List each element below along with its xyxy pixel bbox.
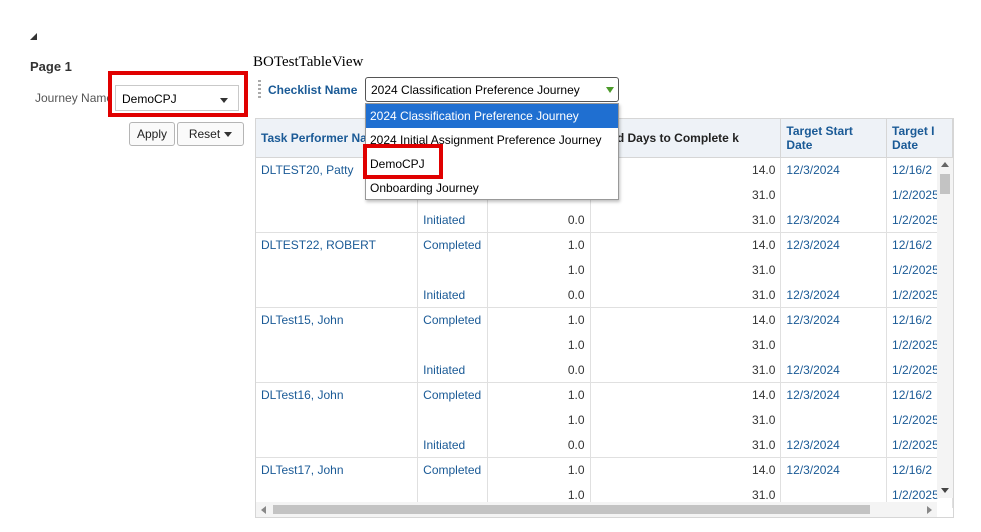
page-title: Page 1: [30, 59, 72, 74]
arrow-left-icon[interactable]: [261, 506, 266, 514]
start-date-cell[interactable]: 12/3/2024: [780, 157, 888, 183]
planned-days-cell: 14.0: [590, 382, 782, 408]
journey-name-value: DemoCPJ: [122, 92, 177, 106]
performer-cell[interactable]: DLTest15, John: [256, 307, 419, 383]
status-cell[interactable]: Completed: [417, 457, 489, 483]
start-date-cell[interactable]: [780, 407, 888, 433]
value-cell: 1.0: [487, 232, 591, 258]
planned-days-cell: 31.0: [590, 332, 782, 358]
performer-cell[interactable]: DLTest16, John: [256, 382, 419, 458]
dropdown-option[interactable]: Onboarding Journey: [366, 176, 618, 200]
checklist-name-label: Checklist Name: [268, 83, 358, 97]
start-date-cell[interactable]: 12/3/2024: [780, 457, 888, 483]
planned-days-cell: 31.0: [590, 407, 782, 433]
start-date-cell[interactable]: 12/3/2024: [780, 382, 888, 408]
vertical-scroll-thumb[interactable]: [940, 174, 950, 194]
apply-button[interactable]: Apply: [129, 122, 175, 146]
status-cell[interactable]: Completed: [417, 232, 489, 258]
value-cell: 1.0: [487, 407, 591, 433]
value-cell: 1.0: [487, 307, 591, 333]
planned-days-cell: 14.0: [590, 232, 782, 258]
value-cell: 0.0: [487, 207, 591, 233]
performer-cell[interactable]: DLTest17, John: [256, 457, 419, 508]
performer-cell[interactable]: DLTEST22, ROBERT: [256, 232, 419, 308]
status-cell[interactable]: [417, 332, 489, 358]
start-date-cell[interactable]: 12/3/2024: [780, 282, 888, 308]
journey-name-select[interactable]: DemoCPJ: [115, 85, 239, 111]
status-cell[interactable]: Initiated: [417, 357, 489, 383]
start-date-cell[interactable]: 12/3/2024: [780, 207, 888, 233]
status-cell[interactable]: Initiated: [417, 207, 489, 233]
vertical-scrollbar[interactable]: [937, 158, 953, 498]
drag-handle-icon[interactable]: [258, 80, 261, 100]
header-target-start-date[interactable]: Target Start Date: [780, 119, 888, 158]
start-date-cell[interactable]: [780, 182, 888, 208]
header-target-end-date[interactable]: Target I Date: [886, 119, 953, 158]
planned-days-cell: 31.0: [590, 282, 782, 308]
value-cell: 1.0: [487, 332, 591, 358]
horizontal-scrollbar[interactable]: [256, 502, 937, 517]
horizontal-scroll-thumb[interactable]: [273, 505, 870, 514]
status-cell[interactable]: Initiated: [417, 432, 489, 458]
arrow-right-icon[interactable]: [927, 506, 932, 514]
checklist-dropdown-list: 2024 Classification Preference Journey 2…: [365, 103, 619, 200]
status-cell[interactable]: Initiated: [417, 282, 489, 308]
status-cell[interactable]: Completed: [417, 382, 489, 408]
planned-days-cell: 14.0: [590, 307, 782, 333]
dropdown-option[interactable]: DemoCPJ: [366, 152, 618, 176]
arrow-down-icon[interactable]: [941, 488, 949, 493]
start-date-cell[interactable]: [780, 257, 888, 283]
reset-button[interactable]: Reset: [177, 122, 244, 146]
view-title: BOTestTableView: [253, 54, 364, 70]
value-cell: 1.0: [487, 257, 591, 283]
chevron-down-icon: [224, 132, 233, 138]
start-date-cell[interactable]: 12/3/2024: [780, 432, 888, 458]
planned-days-cell: 31.0: [590, 357, 782, 383]
start-date-cell[interactable]: [780, 332, 888, 358]
checklist-name-value: 2024 Classification Preference Journey: [371, 83, 580, 97]
planned-days-cell: 31.0: [590, 257, 782, 283]
reset-label: Reset: [188, 127, 221, 141]
value-cell: 0.0: [487, 282, 591, 308]
dropdown-option[interactable]: 2024 Classification Preference Journey: [366, 104, 618, 128]
value-cell: 0.0: [487, 357, 591, 383]
planned-days-cell: 31.0: [590, 207, 782, 233]
chevron-down-icon: [220, 98, 228, 103]
status-cell[interactable]: Completed: [417, 307, 489, 333]
dropdown-option[interactable]: 2024 Initial Assignment Preference Journ…: [366, 128, 618, 152]
journey-name-label: Journey Name: [35, 91, 110, 105]
value-cell: 1.0: [487, 382, 591, 408]
value-cell: 1.0: [487, 457, 591, 483]
arrow-up-icon[interactable]: [941, 162, 949, 167]
status-cell[interactable]: [417, 407, 489, 433]
start-date-cell[interactable]: 12/3/2024: [780, 307, 888, 333]
planned-days-cell: 14.0: [590, 457, 782, 483]
checklist-name-select[interactable]: 2024 Classification Preference Journey: [365, 77, 619, 102]
start-date-cell[interactable]: 12/3/2024: [780, 357, 888, 383]
value-cell: 0.0: [487, 432, 591, 458]
start-date-cell[interactable]: 12/3/2024: [780, 232, 888, 258]
chevron-down-icon: [606, 87, 614, 93]
collapse-triangle-icon[interactable]: [30, 33, 37, 40]
planned-days-cell: 31.0: [590, 432, 782, 458]
status-cell[interactable]: [417, 257, 489, 283]
